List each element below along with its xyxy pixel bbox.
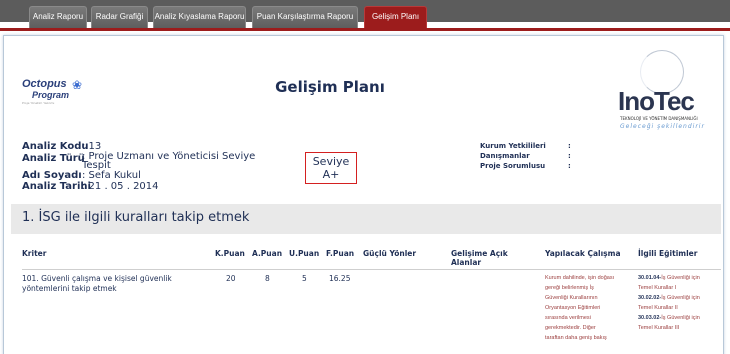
octopus-icon: ❀	[72, 78, 83, 92]
col-related-trainings: İlgili Eğitimler	[638, 249, 698, 258]
table-divider	[22, 269, 721, 270]
a-score-cell: 8	[265, 274, 270, 283]
tab-analysis-report[interactable]: Analiz Raporu	[29, 6, 87, 28]
k-score-cell: 20	[226, 274, 236, 283]
col-planned-work: Yapılacak Çalışma	[545, 249, 621, 258]
training-item[interactable]: 30.01.04-İş Güvenliği için	[638, 273, 723, 283]
planned-work-cell: Kurum dahilinde, işin doğası gereği beli…	[545, 275, 615, 341]
tab-underline	[0, 28, 730, 31]
col-f-score: F.Puan	[326, 249, 355, 258]
training-item[interactable]: 30.02.02-İş Güvenliği için	[638, 293, 723, 303]
criterion-cell: 101. Güvenli çalışma ve kişisel güvenlik…	[22, 274, 172, 293]
u-score-cell: 5	[302, 274, 307, 283]
section-title: 1. İSG ile ilgili kuralları takip etmek	[22, 210, 250, 225]
analysis-info: Analiz Kodu: 13 Analiz Türü : Proje Uzma…	[22, 141, 256, 192]
level-badge: Seviye A+	[305, 152, 357, 184]
tab-score-comparison[interactable]: Puan Karşılaştırma Raporu	[252, 6, 358, 28]
tab-comparison-report[interactable]: Analiz Kıyaslama Raporu	[153, 6, 246, 28]
related-trainings-cell: 30.01.04-İş Güvenliği için Temel Kuralla…	[638, 273, 723, 333]
responsibles-list: Kurum Yetkilileri: Danışmanlar: Proje So…	[480, 142, 571, 170]
col-u-score: U.Puan	[289, 249, 320, 258]
inotec-logo: InoTec TEKNOLOJİ VE YÖNETİM DANIŞMANLIĞI…	[610, 50, 720, 130]
col-improvement-areas: Gelişime Açık Alanlar	[451, 249, 508, 267]
col-strengths: Güçlü Yönler	[363, 249, 417, 258]
col-k-score: K.Puan	[215, 249, 245, 258]
f-score-cell: 16.25	[329, 274, 351, 283]
col-a-score: A.Puan	[252, 249, 283, 258]
col-criterion: Kriter	[22, 249, 47, 258]
page-title: Gelişim Planı	[275, 78, 385, 96]
tab-development-plan[interactable]: Gelişim Planı	[364, 6, 427, 28]
tab-radar-chart[interactable]: Radar Grafiği	[91, 6, 148, 28]
training-item[interactable]: 30.03.02-İş Güvenliği için	[638, 313, 723, 323]
octopus-program-logo: Octopus ❀ Program Proje Yönetim Yazılımı	[22, 78, 83, 105]
